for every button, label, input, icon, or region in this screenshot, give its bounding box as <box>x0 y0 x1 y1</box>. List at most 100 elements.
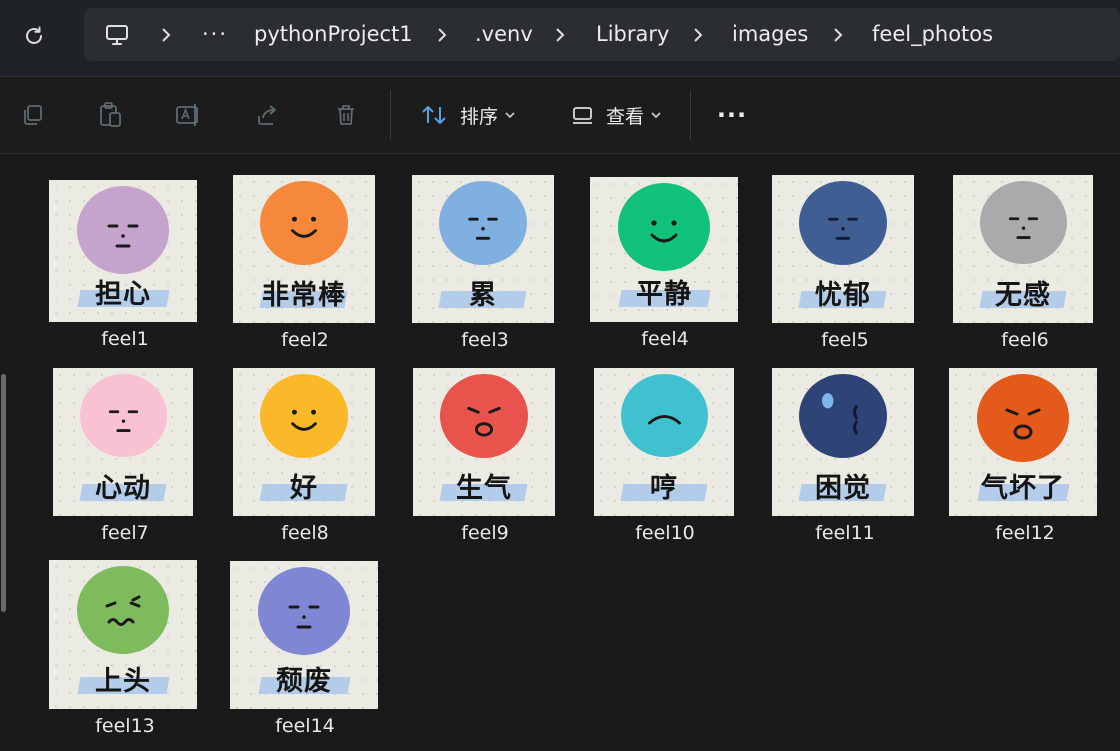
file-thumbnail: 忧郁 <box>772 175 914 323</box>
share-icon <box>258 105 276 125</box>
sort-icon <box>422 106 446 124</box>
share-button[interactable] <box>248 93 288 137</box>
toolbar-divider <box>390 90 391 140</box>
refresh-button[interactable] <box>14 16 54 56</box>
chevron-right-icon[interactable] <box>692 8 704 61</box>
chevron-right-icon[interactable] <box>554 8 566 61</box>
more-options-button[interactable]: ··· <box>708 93 756 137</box>
file-item[interactable]: 忧郁 feel5 <box>755 160 935 351</box>
file-thumbnail: 非常棒 <box>233 175 375 323</box>
breadcrumb-item-images[interactable]: images <box>732 8 808 61</box>
file-name[interactable]: feel13 <box>35 715 215 737</box>
emoji-face-icon <box>799 181 887 265</box>
emoji-face-icon <box>80 374 167 457</box>
emotion-caption: 上头 <box>95 666 151 697</box>
toolbar-divider <box>690 90 691 140</box>
file-item[interactable]: 哼 feel10 <box>575 353 755 544</box>
more-icon: ··· <box>716 101 748 129</box>
file-item[interactable]: 无感 feel6 <box>935 160 1115 351</box>
refresh-icon <box>26 26 42 44</box>
chevron-right-icon[interactable] <box>160 8 172 61</box>
file-thumbnail: 生气 <box>413 368 555 516</box>
trash-icon <box>338 105 354 125</box>
emoji-face-icon <box>618 183 710 271</box>
file-name[interactable]: feel7 <box>35 522 215 544</box>
breadcrumb[interactable]: ··· pythonProject1 .venv Library images … <box>84 8 1120 61</box>
emoji-face-icon <box>799 374 887 458</box>
face-features <box>467 406 501 437</box>
chevron-right-icon[interactable] <box>436 8 448 61</box>
breadcrumb-item-venv[interactable]: .venv <box>475 8 533 61</box>
sort-button[interactable]: 排序 <box>408 93 528 137</box>
file-item[interactable]: 生气 feel9 <box>395 353 575 544</box>
file-thumbnail: 累 <box>412 175 554 323</box>
file-item[interactable]: 非常棒 feel2 <box>215 160 395 351</box>
face-features <box>105 595 141 626</box>
rename-button[interactable] <box>168 93 208 137</box>
emoji-face-icon <box>260 374 348 458</box>
breadcrumb-item-library[interactable]: Library <box>596 8 669 61</box>
file-item[interactable]: 颓废 feel14 <box>215 547 395 737</box>
copy-button[interactable] <box>12 93 52 137</box>
address-bar-region: ··· pythonProject1 .venv Library images … <box>0 0 1120 77</box>
file-name[interactable]: feel10 <box>575 522 755 544</box>
face-features <box>650 220 678 243</box>
file-item[interactable]: 好 feel8 <box>215 353 395 544</box>
emotion-caption: 困觉 <box>815 473 871 504</box>
delete-button[interactable] <box>326 93 366 137</box>
scrollbar-thumb[interactable] <box>1 374 6 612</box>
file-thumbnail: 上头 <box>49 560 197 709</box>
file-name[interactable]: feel5 <box>755 329 935 351</box>
file-item[interactable]: 累 feel3 <box>395 160 575 351</box>
scrollbar[interactable] <box>0 154 12 751</box>
file-name[interactable]: feel14 <box>215 715 395 737</box>
file-item[interactable]: 气坏了 feel12 <box>935 353 1115 544</box>
file-thumbnail: 好 <box>233 368 375 516</box>
file-name[interactable]: feel1 <box>35 328 215 350</box>
file-thumbnail: 哼 <box>594 368 734 516</box>
face-features <box>468 217 498 240</box>
file-name[interactable]: feel2 <box>215 329 395 351</box>
face-features <box>822 393 858 435</box>
view-button[interactable]: 查看 <box>556 93 676 137</box>
file-thumbnail: 平静 <box>590 177 738 322</box>
paste-button[interactable] <box>90 93 130 137</box>
file-name[interactable]: feel12 <box>935 522 1115 544</box>
breadcrumb-overflow[interactable]: ··· <box>202 8 228 61</box>
face-features <box>108 410 139 433</box>
breadcrumb-item-feel-photos[interactable]: feel_photos <box>872 8 993 61</box>
file-item[interactable]: 心动 feel7 <box>35 353 215 544</box>
paste-icon <box>100 102 121 127</box>
chevron-down-icon <box>651 112 661 119</box>
chevron-right-icon[interactable] <box>832 8 844 61</box>
face-features <box>107 224 139 248</box>
file-name[interactable]: feel8 <box>215 522 395 544</box>
emotion-caption: 无感 <box>995 280 1051 311</box>
emoji-face-icon <box>258 567 350 655</box>
file-item[interactable]: 上头 feel13 <box>35 547 215 737</box>
face-features <box>291 409 317 431</box>
file-thumbnail: 担心 <box>49 180 197 322</box>
file-name[interactable]: feel3 <box>395 329 575 351</box>
chevron-down-icon <box>505 112 515 119</box>
face-features <box>647 415 682 425</box>
file-name[interactable]: feel9 <box>395 522 575 544</box>
emotion-caption: 平静 <box>636 279 692 310</box>
file-name[interactable]: feel11 <box>755 522 935 544</box>
emotion-caption: 气坏了 <box>981 473 1065 504</box>
face-features <box>288 605 320 629</box>
file-name[interactable]: feel4 <box>575 328 755 350</box>
file-item[interactable]: 担心 feel1 <box>35 160 215 350</box>
emoji-face-icon <box>77 186 169 274</box>
file-name[interactable]: feel6 <box>935 329 1115 351</box>
file-item[interactable]: 平静 feel4 <box>575 160 755 350</box>
emoji-face-icon <box>980 181 1067 264</box>
emotion-caption: 忧郁 <box>815 280 871 311</box>
breadcrumb-item-pythonproject1[interactable]: pythonProject1 <box>254 8 413 61</box>
face-features <box>291 216 317 238</box>
file-item[interactable]: 困觉 feel11 <box>755 353 935 544</box>
emoji-face-icon <box>260 181 348 265</box>
computer-icon[interactable] <box>104 8 130 61</box>
emoji-face-icon <box>439 181 527 265</box>
face-features <box>828 217 858 240</box>
